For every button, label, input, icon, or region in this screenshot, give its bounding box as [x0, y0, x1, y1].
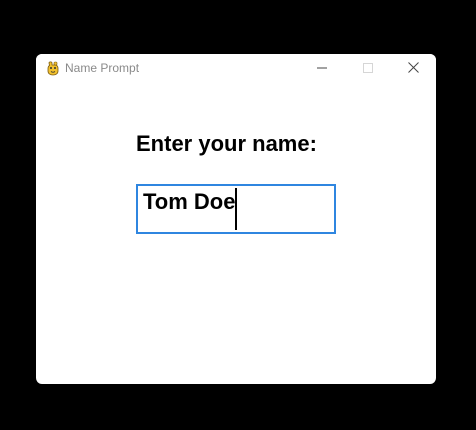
maximize-button[interactable] — [345, 54, 391, 84]
close-icon — [407, 60, 419, 78]
name-prompt-window: Name Prompt Enter your name: Tom Doe — [36, 54, 436, 384]
maximize-icon — [363, 60, 373, 78]
title-bar[interactable]: Name Prompt — [36, 54, 436, 84]
minimize-button[interactable] — [299, 54, 345, 84]
window-content: Enter your name: Tom Doe — [36, 84, 436, 384]
pygame-snake-icon — [46, 61, 60, 76]
name-input-field[interactable]: Tom Doe — [136, 184, 336, 234]
text-cursor — [235, 188, 238, 230]
name-prompt-label: Enter your name: — [136, 131, 317, 156]
name-input-value: Tom Doe — [143, 189, 236, 214]
minimize-icon — [317, 60, 327, 78]
window-title: Name Prompt — [65, 61, 140, 75]
close-button[interactable] — [390, 54, 436, 84]
name-input-text-wrapper: Tom Doe — [143, 188, 238, 230]
